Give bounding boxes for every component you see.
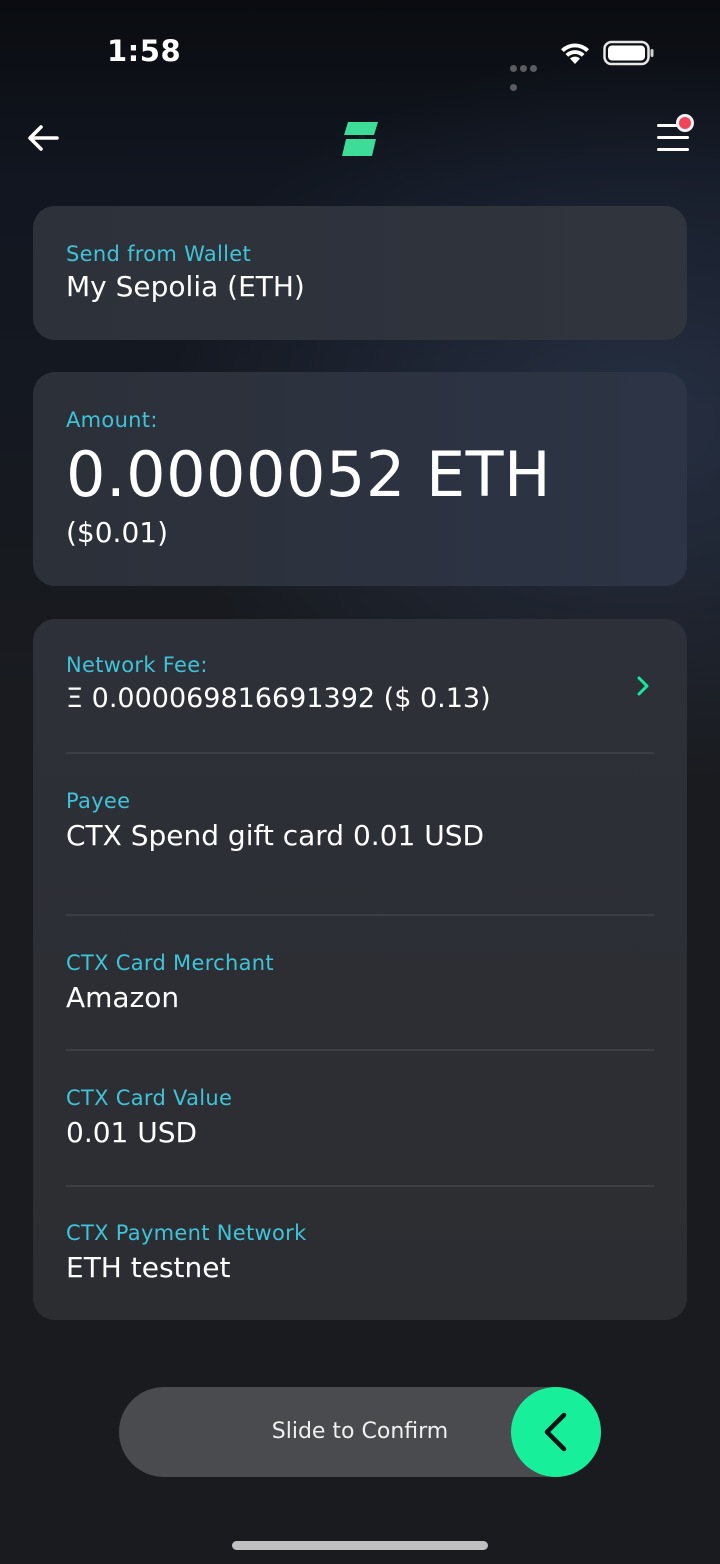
home-indicator [232,1541,488,1550]
transaction-details-card: Network Fee: Ξ 0.000069816691392 ($ 0.13… [33,619,687,1320]
payee-row: Payee CTX Spend gift card 0.01 USD [66,789,654,852]
card-value-row: CTX Card Value 0.01 USD [66,1086,654,1149]
payment-network-value: ETH testnet [66,1251,231,1284]
back-arrow-icon[interactable] [24,118,64,158]
amount-card: Amount: 0.0000052 ETH ($0.01) [33,372,687,586]
merchant-row: CTX Card Merchant Amazon [66,951,654,1014]
hamburger-menu-icon[interactable] [652,114,696,158]
payment-network-label: CTX Payment Network [66,1221,307,1245]
merchant-value: Amazon [66,981,180,1014]
slide-to-confirm[interactable]: Slide to Confirm [119,1387,601,1477]
wallet-value: My Sepolia (ETH) [66,270,305,303]
merchant-label: CTX Card Merchant [66,951,274,975]
chevron-left-icon [544,1412,567,1452]
payee-value: CTX Spend gift card 0.01 USD [66,819,485,852]
card-value-label: CTX Card Value [66,1086,233,1110]
card-value-value: 0.01 USD [66,1116,198,1149]
cellular-signal-icon [510,57,548,91]
amount-fiat-value: ($0.01) [66,516,169,549]
divider [66,914,654,916]
app-logo-icon [340,120,380,158]
slider-handle[interactable] [511,1387,601,1477]
network-fee-value: Ξ 0.000069816691392 ($ 0.13) [66,683,491,714]
wallet-label: Send from Wallet [66,242,252,266]
status-time: 1:58 [107,34,182,68]
chevron-right-icon[interactable] [632,675,654,697]
divider [66,752,654,754]
network-fee-label: Network Fee: [66,653,208,677]
amount-label: Amount: [66,408,158,432]
divider [66,1049,654,1051]
payee-label: Payee [66,789,131,813]
amount-value: 0.0000052 ETH [66,438,552,511]
notification-badge [676,114,694,132]
divider [66,1185,654,1187]
wallet-card[interactable]: Send from Wallet My Sepolia (ETH) [33,206,687,340]
wifi-icon [558,40,592,66]
network-fee-row[interactable]: Network Fee: Ξ 0.000069816691392 ($ 0.13… [66,653,654,714]
payment-network-row: CTX Payment Network ETH testnet [66,1221,654,1284]
battery-icon [603,40,655,66]
